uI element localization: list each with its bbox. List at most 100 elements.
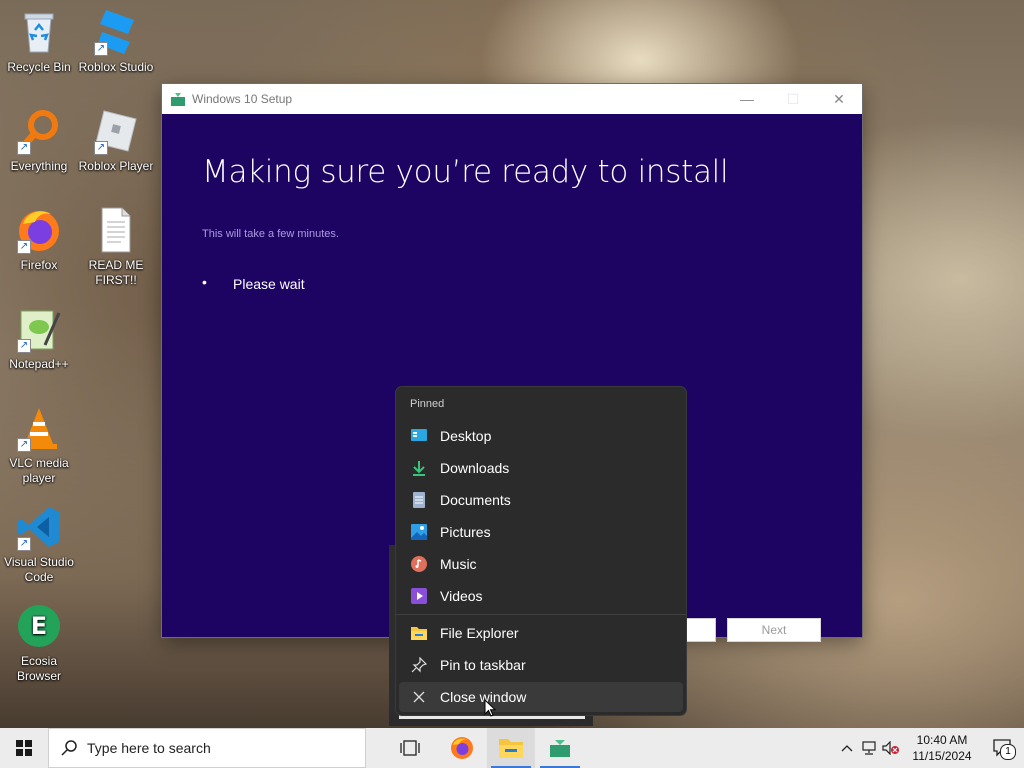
recycle-bin-icon xyxy=(15,8,63,56)
desktop-icon-label: Visual Studio Code xyxy=(4,555,74,584)
videos-icon xyxy=(411,588,427,604)
task-view-icon xyxy=(400,740,420,756)
windows-logo-icon xyxy=(16,740,32,756)
jump-item-downloads[interactable]: Downloads xyxy=(399,453,683,483)
jump-item-label: File Explorer xyxy=(440,625,519,641)
roblox-studio-icon: ↗ xyxy=(92,8,140,56)
desktop-icon-label: Ecosia Browser xyxy=(16,654,61,683)
jump-item-pictures[interactable]: Pictures xyxy=(399,517,683,547)
taskbar-file-explorer[interactable] xyxy=(487,728,535,768)
shortcut-arrow-icon: ↗ xyxy=(17,240,31,254)
chevron-up-icon xyxy=(841,745,853,752)
pin-icon xyxy=(411,657,427,673)
mouse-pointer-icon xyxy=(484,699,496,717)
jump-item-videos[interactable]: Videos xyxy=(399,581,683,611)
shortcut-arrow-icon: ↗ xyxy=(17,438,31,452)
maximize-button[interactable]: ☐ xyxy=(770,84,816,114)
jump-item-pin-to-taskbar[interactable]: Pin to taskbar xyxy=(399,650,683,680)
pinned-section-label: Pinned xyxy=(410,398,445,410)
desktop-icon-ecosia[interactable]: E Ecosia Browser xyxy=(1,602,77,684)
setup-window-titlebar[interactable]: Windows 10 Setup — ☐ ✕ xyxy=(162,84,862,114)
notification-count-badge: 1 xyxy=(1000,744,1016,760)
jump-item-label: Downloads xyxy=(440,460,510,476)
svg-text:E: E xyxy=(31,612,47,640)
taskbar-jump-list: Pinned Desktop Downloads Documents Pictu… xyxy=(395,386,687,716)
jump-item-music[interactable]: Music xyxy=(399,549,683,579)
firefox-icon: ↗ xyxy=(15,206,63,254)
search-icon xyxy=(61,740,77,756)
taskbar: Type here to search 10:40 AM 11/15/2024 … xyxy=(0,728,1024,768)
show-hidden-icons-button[interactable] xyxy=(836,728,858,768)
pictures-icon xyxy=(411,524,427,540)
jump-item-label: Pin to taskbar xyxy=(440,657,526,673)
roblox-player-icon: ↗ xyxy=(92,107,140,155)
volume-muted-icon xyxy=(882,741,899,755)
everything-magnifier-icon: ↗ xyxy=(15,107,63,155)
shortcut-arrow-icon: ↗ xyxy=(17,537,31,551)
desktop-icon-label: READ ME FIRST!! xyxy=(88,258,144,287)
firefox-icon xyxy=(451,737,473,759)
task-view-button[interactable] xyxy=(386,728,434,768)
shortcut-arrow-icon: ↗ xyxy=(94,141,108,155)
desktop-icon-everything[interactable]: ↗ Everything xyxy=(1,107,77,174)
downloads-icon xyxy=(411,460,427,476)
desktop-icon-label: Notepad++ xyxy=(9,357,69,371)
close-icon xyxy=(411,689,427,705)
taskbar-clock[interactable]: 10:40 AM 11/15/2024 xyxy=(902,732,982,764)
documents-icon xyxy=(411,492,427,508)
next-button[interactable]: Next xyxy=(727,618,821,642)
jump-item-desktop[interactable]: Desktop xyxy=(399,421,683,451)
action-center-button[interactable]: 1 xyxy=(982,728,1024,768)
desktop-icon-label: Recycle Bin xyxy=(7,60,71,74)
file-explorer-icon xyxy=(499,739,523,758)
desktop-icon-vlc[interactable]: ↗ VLC media player xyxy=(1,404,77,486)
jump-item-close-window[interactable]: Close window xyxy=(399,682,683,712)
setup-app-icon xyxy=(550,740,570,757)
start-button[interactable] xyxy=(0,728,48,768)
desktop-icon-label: VLC media player xyxy=(9,456,69,485)
taskbar-setup[interactable] xyxy=(536,728,584,768)
jump-item-label: Music xyxy=(440,556,477,572)
desktop-icon-firefox[interactable]: ↗ Firefox xyxy=(1,206,77,273)
page-subtitle: This will take a few minutes. xyxy=(202,228,339,240)
system-tray: 10:40 AM 11/15/2024 1 xyxy=(836,728,1024,768)
desktop-icon-recycle-bin[interactable]: Recycle Bin xyxy=(1,8,77,75)
folder-icon xyxy=(411,625,427,641)
page-title: Making sure you’re ready to install xyxy=(202,154,729,190)
minimize-button[interactable]: — xyxy=(724,84,770,114)
desktop-icon-readme[interactable]: READ ME FIRST!! xyxy=(78,206,154,288)
clock-time: 10:40 AM xyxy=(916,733,968,747)
jump-item-label: Pictures xyxy=(440,524,491,540)
network-icon xyxy=(862,741,876,755)
jump-list-divider xyxy=(396,614,686,615)
desktop-icon-notepad-plus-plus[interactable]: ↗ Notepad++ xyxy=(1,305,77,372)
desktop-icon-roblox-player[interactable]: ↗ Roblox Player xyxy=(78,107,154,174)
status-text: Please wait xyxy=(233,276,305,292)
text-document-icon xyxy=(92,206,140,254)
jump-item-file-explorer[interactable]: File Explorer xyxy=(399,618,683,648)
taskbar-firefox[interactable] xyxy=(438,728,486,768)
desktop-icon-roblox-studio[interactable]: ↗ Roblox Studio xyxy=(78,8,154,75)
volume-button[interactable] xyxy=(880,728,902,768)
setup-app-icon xyxy=(171,93,185,106)
shortcut-arrow-icon: ↗ xyxy=(17,339,31,353)
desktop-icon-vscode[interactable]: ↗ Visual Studio Code xyxy=(1,503,77,585)
jump-item-label: Documents xyxy=(440,492,511,508)
ecosia-icon: E xyxy=(15,602,63,650)
search-placeholder: Type here to search xyxy=(87,740,211,756)
notepad-plus-plus-icon: ↗ xyxy=(15,305,63,353)
desktop-icon-label: Roblox Player xyxy=(78,159,154,173)
desktop-icon-label: Firefox xyxy=(20,258,58,272)
close-window-button[interactable]: ✕ xyxy=(816,84,862,114)
desktop-icon xyxy=(411,428,427,444)
vlc-cone-icon: ↗ xyxy=(15,404,63,452)
network-button[interactable] xyxy=(858,728,880,768)
window-title: Windows 10 Setup xyxy=(192,92,293,106)
desktop-icon-label: Everything xyxy=(10,159,68,173)
jump-item-documents[interactable]: Documents xyxy=(399,485,683,515)
jump-item-label: Desktop xyxy=(440,428,492,444)
progress-dot-icon: • xyxy=(202,274,207,290)
taskbar-search-box[interactable]: Type here to search xyxy=(48,728,366,768)
clock-date: 11/15/2024 xyxy=(912,749,972,763)
music-icon xyxy=(411,556,427,572)
